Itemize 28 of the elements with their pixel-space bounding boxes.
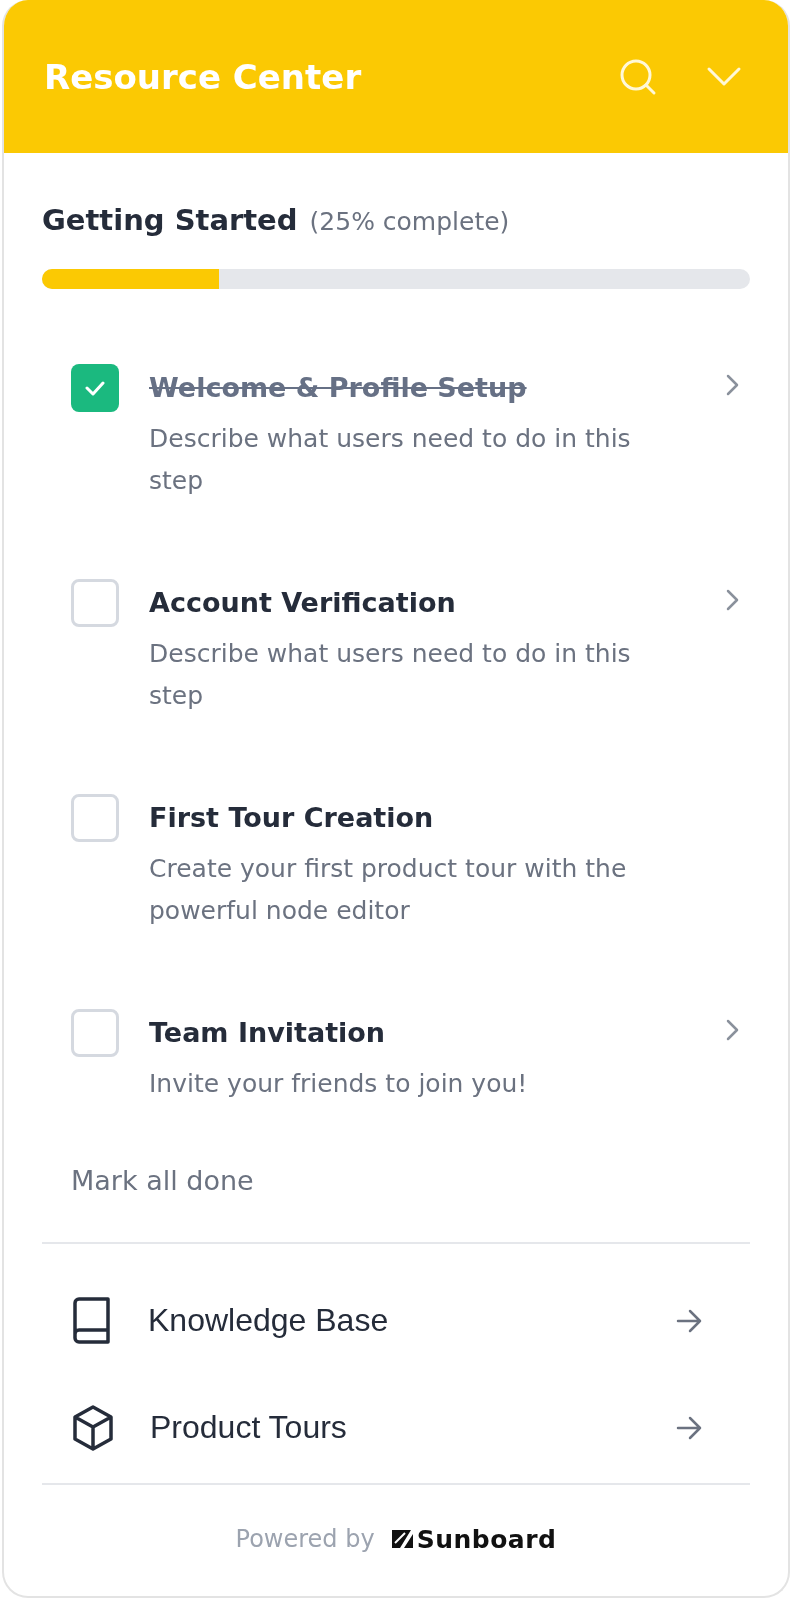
panel-title: Resource Center <box>44 56 363 97</box>
checkbox[interactable] <box>71 1009 119 1057</box>
mark-all-done-link[interactable]: Mark all done <box>71 1161 254 1201</box>
checklist-title: Getting Started <box>42 203 298 237</box>
arrow-right-icon <box>676 1308 702 1333</box>
cube-icon <box>72 1404 114 1451</box>
collapse-button[interactable] <box>706 65 742 88</box>
checkbox[interactable] <box>71 579 119 627</box>
checkbox[interactable] <box>71 794 119 842</box>
chevron-down-icon <box>706 65 742 88</box>
arrow-right-icon <box>676 1415 702 1440</box>
step-description: Describe what users need to do in this step <box>149 423 632 497</box>
step-title: First Tour Creation <box>149 801 434 835</box>
powered-by-text: Powered by <box>235 1525 375 1553</box>
brand-name: Sunboard <box>416 1524 557 1554</box>
link-label[interactable]: Knowledge Base <box>148 1302 676 1339</box>
link-label[interactable]: Product Tours <box>150 1409 676 1446</box>
step-title: Welcome & Profile Setup <box>149 371 527 405</box>
step-title: Team Invitation <box>149 1016 386 1050</box>
checkbox[interactable] <box>71 364 119 412</box>
check-icon <box>85 379 105 397</box>
step-title: Account Verification <box>149 586 456 620</box>
brand-logo-icon <box>390 1528 415 1550</box>
step-description: Invite your friends to join you! <box>149 1068 528 1100</box>
book-icon <box>72 1296 112 1345</box>
step-description: Describe what users need to do in this step <box>149 638 632 712</box>
progress-text: (25% complete) <box>309 207 510 236</box>
step-description: Create your first product tour with the powerful node editor <box>149 853 628 927</box>
